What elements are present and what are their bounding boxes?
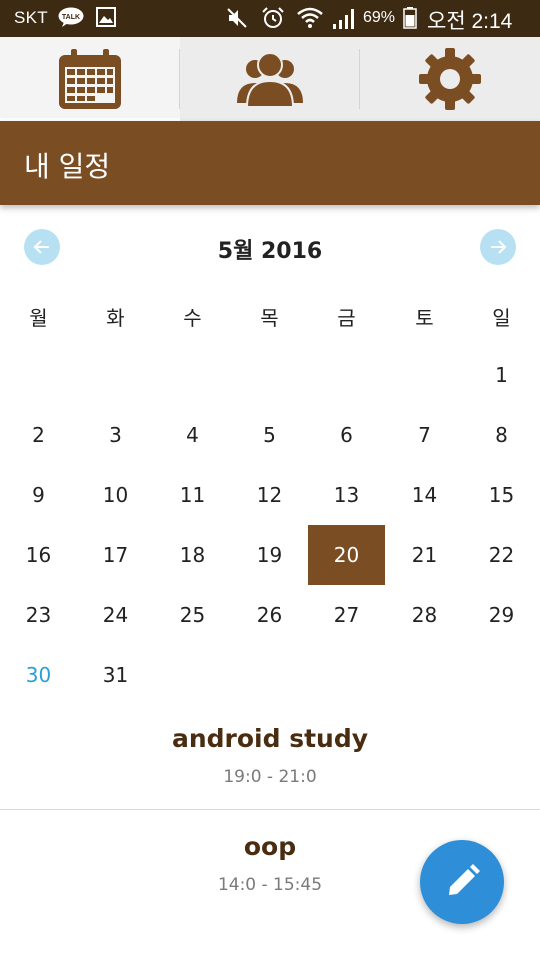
calendar-day[interactable]: 10	[77, 465, 154, 525]
status-bar: SKT TALK 69% 오전 2:14	[0, 0, 540, 37]
signal-icon	[333, 9, 354, 29]
calendar-day[interactable]: 20	[308, 525, 385, 585]
tab-settings[interactable]	[360, 37, 540, 121]
weekday-label: 토	[415, 306, 434, 330]
calendar-day[interactable]: 8	[463, 405, 540, 465]
calendar-day[interactable]: 19	[231, 525, 308, 585]
calendar-day[interactable]: 26	[231, 585, 308, 645]
gear-icon	[419, 48, 481, 110]
calendar-day[interactable]: 27	[308, 585, 385, 645]
calendar-day[interactable]: 23	[0, 585, 77, 645]
event-title: android study	[171, 724, 369, 753]
calendar-day[interactable]: 6	[308, 405, 385, 465]
app-header: 내 일정	[0, 121, 540, 205]
weekday-header: 월 화 수 목 금 토 일	[0, 302, 540, 336]
calendar-day[interactable]: 9	[0, 465, 77, 525]
wifi-icon	[297, 7, 323, 28]
event-divider	[0, 809, 540, 810]
calendar-day[interactable]: 22	[463, 525, 540, 585]
next-month-button[interactable]	[480, 229, 516, 265]
calendar-day[interactable]: 5	[231, 405, 308, 465]
kakaotalk-icon: TALK	[58, 7, 84, 27]
calendar-day[interactable]: 29	[463, 585, 540, 645]
battery-icon	[403, 7, 417, 29]
weekday-label: 수	[183, 306, 202, 330]
month-title: 5월 2016	[217, 239, 323, 264]
calendar-day[interactable]: 28	[386, 585, 463, 645]
page-title: 내 일정	[24, 150, 111, 183]
calendar-day[interactable]: 14	[386, 465, 463, 525]
calendar-day[interactable]: 11	[154, 465, 231, 525]
gallery-icon	[96, 7, 116, 27]
tab-bar	[0, 37, 540, 121]
battery-percent: 69%	[363, 9, 396, 26]
mute-icon	[227, 8, 247, 28]
calendar-icon	[59, 49, 121, 109]
calendar-day[interactable]: 31	[77, 645, 154, 705]
arrow-right-icon	[491, 240, 507, 254]
people-icon	[237, 52, 303, 108]
calendar-day[interactable]: 17	[77, 525, 154, 585]
calendar-day[interactable]: 7	[386, 405, 463, 465]
calendar-day[interactable]: 24	[77, 585, 154, 645]
talk-badge-text: TALK	[62, 14, 80, 21]
weekday-label: 금	[337, 306, 356, 330]
calendar-day[interactable]: 1	[463, 345, 540, 405]
calendar-day[interactable]: 12	[231, 465, 308, 525]
calendar-day[interactable]: 18	[154, 525, 231, 585]
calendar-day[interactable]: 3	[77, 405, 154, 465]
calendar-day[interactable]: 21	[386, 525, 463, 585]
add-event-button[interactable]	[420, 840, 504, 924]
tab-people[interactable]	[180, 37, 360, 121]
tab-calendar[interactable]	[0, 37, 180, 121]
calendar-day[interactable]: 4	[154, 405, 231, 465]
weekday-label: 화	[106, 306, 125, 330]
status-clock: 오전 2:14	[427, 10, 513, 33]
calendar-day[interactable]: 30	[0, 645, 77, 705]
calendar-day[interactable]: 16	[0, 525, 77, 585]
weekday-label: 목	[260, 306, 279, 330]
carrier-label: SKT	[14, 8, 48, 27]
calendar-day[interactable]: 25	[154, 585, 231, 645]
calendar-day[interactable]: 13	[308, 465, 385, 525]
pencil-icon	[449, 864, 480, 895]
alarm-icon	[262, 7, 284, 28]
weekday-label: 월	[29, 306, 48, 330]
event-time: 19:0 - 21:0	[223, 767, 317, 787]
event-item[interactable]: android study 19:0 - 21:0	[0, 724, 540, 787]
weekday-label: 일	[492, 306, 511, 330]
calendar-day[interactable]: 2	[0, 405, 77, 465]
calendar-day[interactable]: 15	[463, 465, 540, 525]
